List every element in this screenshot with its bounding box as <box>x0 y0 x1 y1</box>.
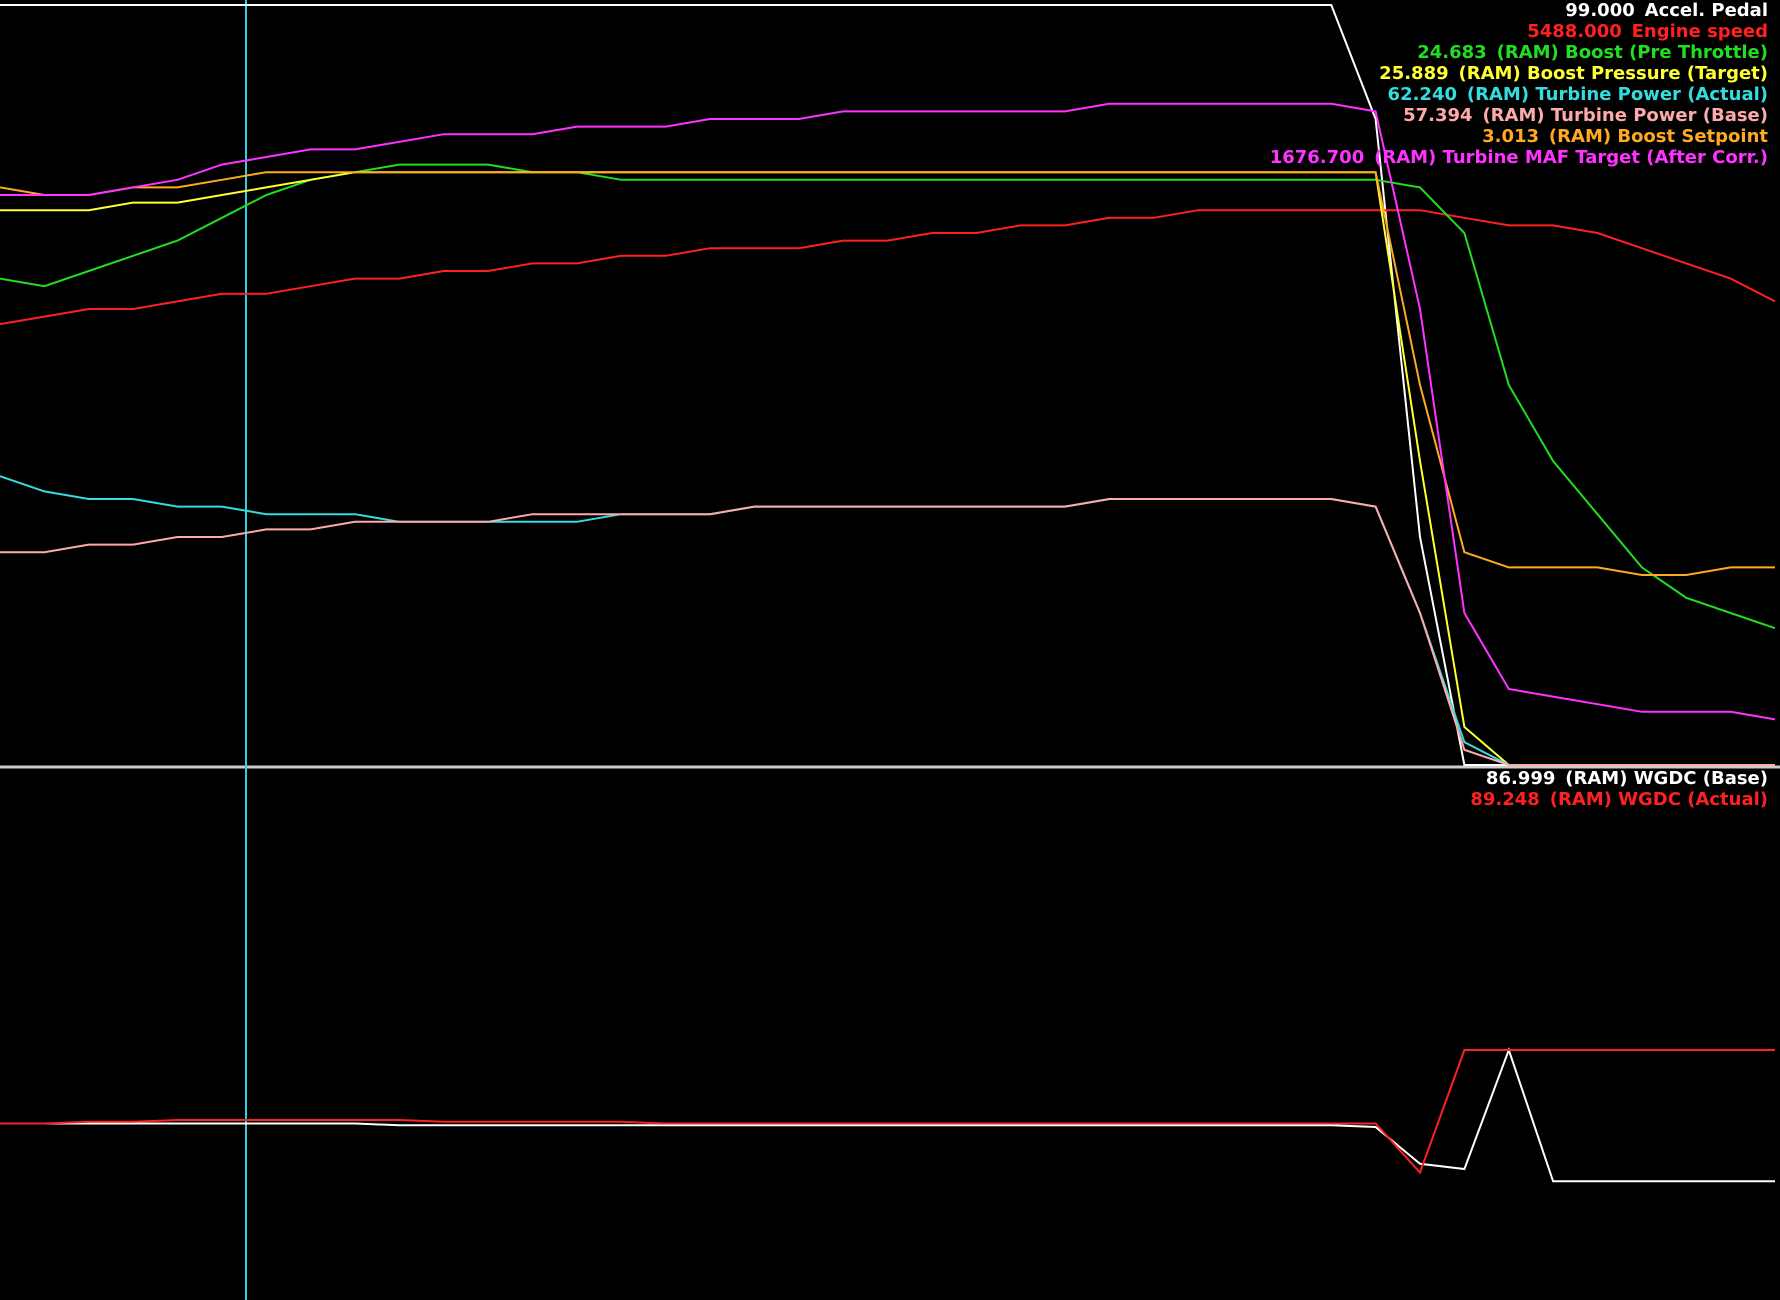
legend-value: 86.999 <box>1485 768 1556 789</box>
legend-entry: 25.889 (RAM) Boost Pressure (Target) <box>1270 63 1768 84</box>
series-line-1-1 <box>0 1049 1775 1175</box>
legend-label: (RAM) WGDC (Actual) <box>1549 789 1768 810</box>
legend-entry: 89.248 (RAM) WGDC (Actual) <box>1470 789 1768 810</box>
series-line-0-4 <box>0 475 1775 766</box>
upper-legend: 99.000 Accel. Pedal 5488.000 Engine speed 24… <box>1270 0 1768 168</box>
legend-label: (RAM) WGDC (Base) <box>1565 768 1768 789</box>
legend-entry: 3.013 (RAM) Boost Setpoint <box>1270 126 1768 147</box>
legend-value: 3.013 <box>1482 126 1540 147</box>
legend-entry: 24.683 (RAM) Boost (Pre Throttle) <box>1270 42 1768 63</box>
lower-legend: 86.999 (RAM) WGDC (Base) 89.248 (RAM) WGDC … <box>1470 768 1768 810</box>
series-line-0-3 <box>0 171 1775 766</box>
legend-label: (RAM) Boost Pressure (Target) <box>1458 63 1768 84</box>
legend-value: 24.683 <box>1417 42 1487 63</box>
legend-label: (RAM) Turbine MAF Target (After Corr.) <box>1374 147 1768 168</box>
legend-label: (RAM) Turbine Power (Actual) <box>1466 84 1768 105</box>
legend-value: 89.248 <box>1470 789 1540 810</box>
legend-label: Accel. Pedal <box>1644 0 1768 21</box>
legend-entry: 5488.000 Engine speed <box>1270 21 1768 42</box>
series-line-0-1 <box>0 209 1776 326</box>
legend-value: 99.000 <box>1565 0 1635 21</box>
legend-value: 5488.000 <box>1527 21 1622 42</box>
legend-entry: 86.999 (RAM) WGDC (Base) <box>1470 768 1768 789</box>
series-line-1-0 <box>0 1047 1775 1183</box>
legend-label: (RAM) Turbine Power (Base) <box>1482 105 1768 126</box>
legend-value: 57.394 <box>1403 105 1473 126</box>
log-chart <box>0 0 1780 1300</box>
legend-label: Engine speed <box>1631 21 1768 42</box>
legend-value: 62.240 <box>1387 84 1458 105</box>
legend-entry: 1676.700 (RAM) Turbine MAF Target (After … <box>1270 147 1768 168</box>
legend-entry: 57.394 (RAM) Turbine Power (Base) <box>1270 105 1768 126</box>
series-line-0-2 <box>0 163 1776 630</box>
legend-value: 25.889 <box>1379 63 1449 84</box>
legend-entry: 99.000 Accel. Pedal <box>1270 0 1768 21</box>
legend-entry: 62.240 (RAM) Turbine Power (Actual) <box>1270 84 1768 105</box>
legend-value: 1676.700 <box>1269 147 1365 168</box>
legend-label: (RAM) Boost (Pre Throttle) <box>1496 42 1768 63</box>
series-line-0-5 <box>0 498 1775 766</box>
legend-label: (RAM) Boost Setpoint <box>1548 126 1768 147</box>
